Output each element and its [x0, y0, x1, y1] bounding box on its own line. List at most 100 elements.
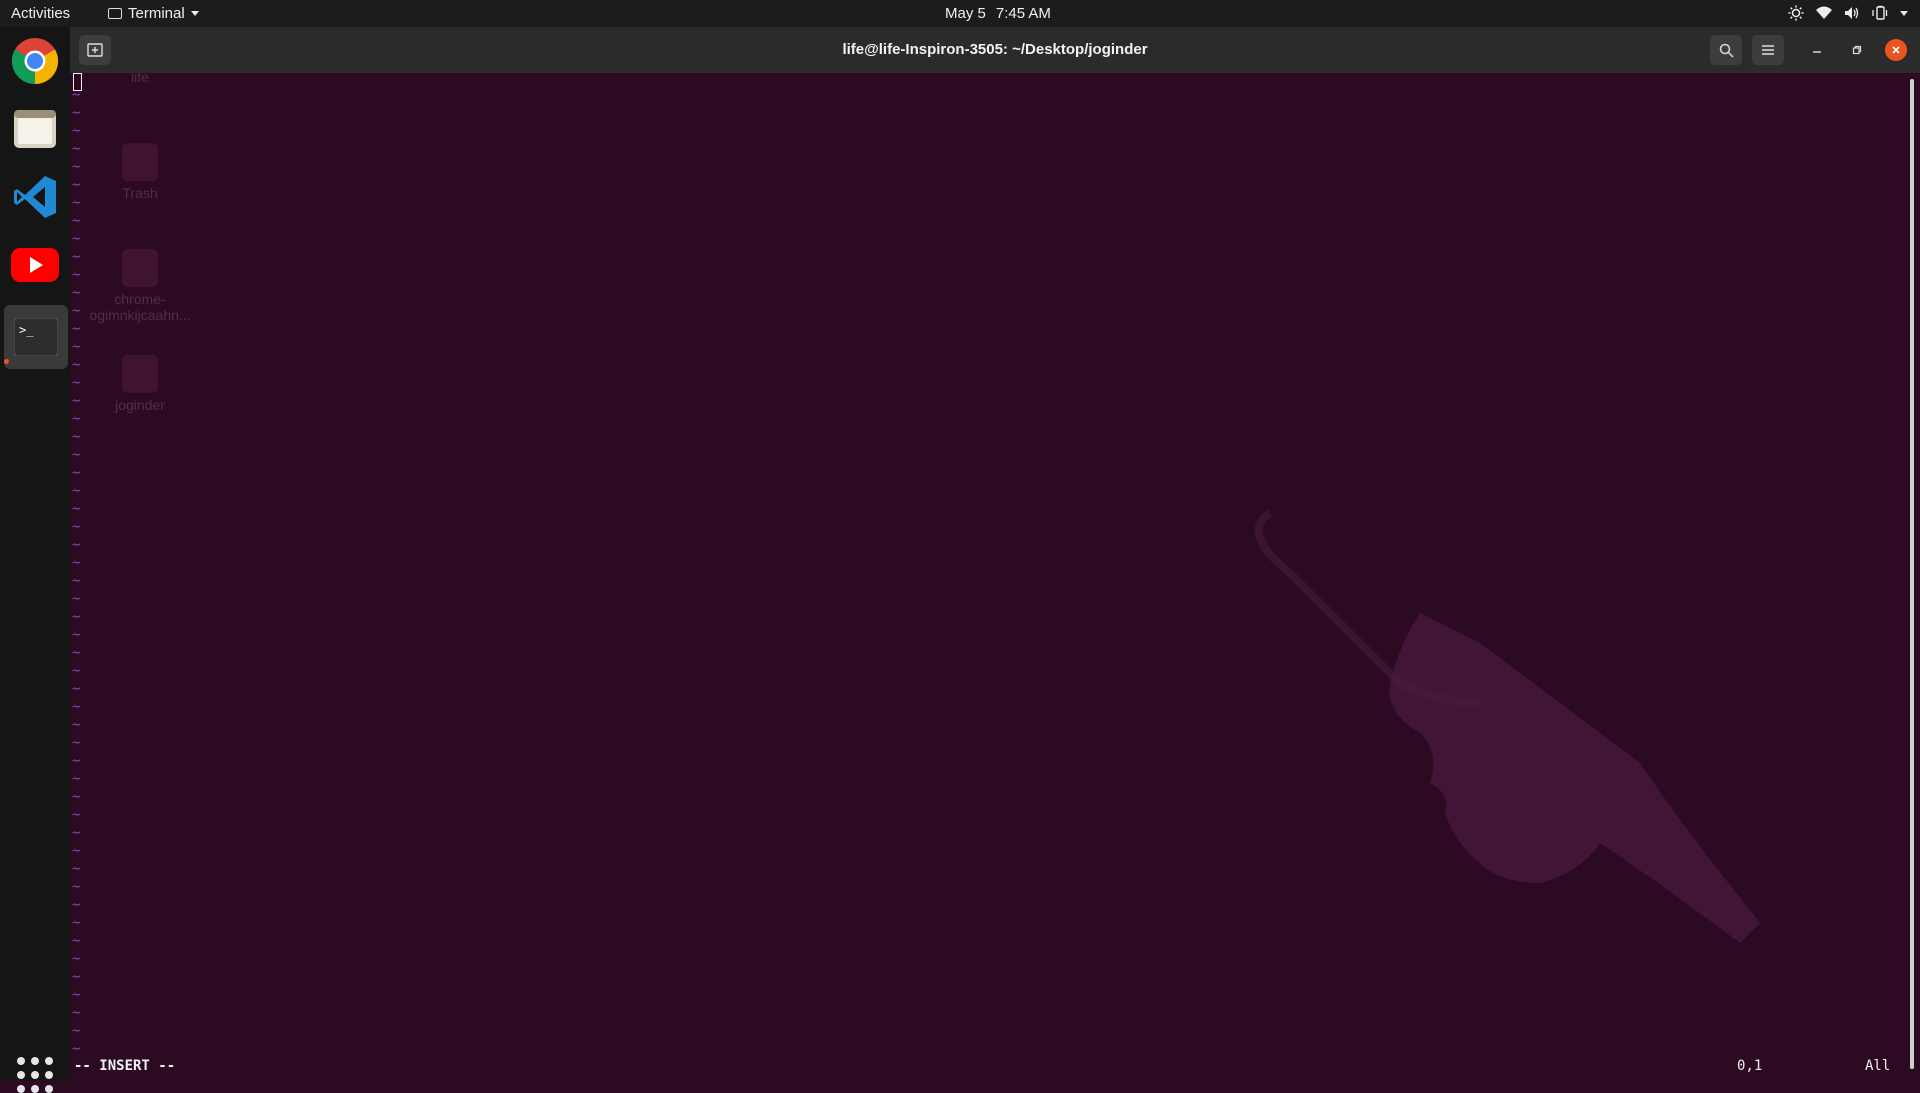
minimize-icon	[1813, 51, 1821, 53]
tilde-line: ~	[72, 663, 81, 679]
app-icon	[122, 249, 158, 287]
terminal-launcher[interactable]: >_	[4, 305, 68, 369]
volume-icon	[1845, 7, 1859, 19]
files-icon	[14, 110, 56, 148]
tilde-line: ~	[72, 915, 81, 931]
tilde-line: ~	[72, 429, 81, 445]
restore-icon	[1852, 45, 1862, 55]
desktop-icon-label: ogimnkijcaahn...	[89, 307, 191, 323]
search-icon	[1719, 43, 1734, 58]
vscode-icon	[14, 176, 56, 218]
scrollbar[interactable]	[1910, 79, 1914, 1069]
terminal-content[interactable]: life Trash chrome- ogimnkijcaahn... jogi…	[70, 73, 1920, 1080]
menu-button[interactable]	[1752, 35, 1784, 65]
close-button[interactable]	[1885, 39, 1907, 61]
dock: >_	[0, 27, 70, 1093]
running-indicator	[4, 359, 9, 364]
tilde-line: ~	[72, 465, 81, 481]
folder-icon	[122, 355, 158, 393]
desktop-icon-joginder: joginder	[80, 355, 200, 413]
tilde-line: ~	[72, 231, 81, 247]
tilde-line: ~	[72, 969, 81, 985]
vscode-launcher[interactable]	[8, 170, 62, 224]
tilde-line: ~	[72, 213, 81, 229]
tilde-line: ~	[72, 717, 81, 733]
app-menu[interactable]: Terminal	[108, 5, 199, 22]
scroll-indicator: All	[1865, 1058, 1891, 1074]
brightness-icon	[1788, 5, 1804, 21]
clock[interactable]: May 5 7:45 AM	[945, 5, 1051, 22]
hamburger-icon	[1762, 45, 1774, 55]
svg-text:>_: >_	[19, 323, 34, 337]
chrome-icon	[11, 38, 59, 85]
tilde-line: ~	[72, 699, 81, 715]
tilde-line: ~	[72, 735, 81, 751]
tilde-line: ~	[72, 825, 81, 841]
tilde-line: ~	[72, 177, 81, 193]
terminal-icon: >_	[14, 318, 58, 356]
tilde-line: ~	[72, 753, 81, 769]
tilde-line: ~	[72, 843, 81, 859]
restore-button[interactable]	[1846, 39, 1868, 61]
tilde-line: ~	[72, 1023, 81, 1039]
tilde-line: ~	[72, 771, 81, 787]
terminal-window: life@life-Inspiron-3505: ~/Desktop/jogin…	[70, 27, 1920, 1080]
tilde-line: ~	[72, 951, 81, 967]
desktop-icon-chrome-app: chrome- ogimnkijcaahn...	[80, 249, 200, 323]
tilde-line: ~	[72, 483, 81, 499]
tilde-line: ~	[72, 591, 81, 607]
close-icon	[1892, 46, 1900, 54]
desktop-icon-label: life	[131, 73, 149, 85]
date-label: May 5	[945, 5, 986, 22]
youtube-icon	[11, 248, 59, 282]
tilde-line: ~	[72, 267, 81, 283]
search-button[interactable]	[1710, 35, 1742, 65]
tilde-line: ~	[72, 447, 81, 463]
chevron-down-icon	[1900, 10, 1908, 16]
desktop-icon-label: chrome-	[114, 291, 166, 307]
youtube-launcher[interactable]	[8, 238, 62, 292]
tilde-line: ~	[72, 681, 81, 697]
tilde-line: ~	[72, 519, 81, 535]
wallpaper-face-image	[1254, 509, 1760, 943]
tilde-line: ~	[72, 195, 81, 211]
tilde-line: ~	[72, 501, 81, 517]
tilde-line: ~	[72, 357, 81, 373]
tilde-line: ~	[72, 249, 81, 265]
tilde-line: ~	[72, 285, 81, 301]
files-launcher[interactable]	[8, 102, 62, 156]
desktop-icon-label: joginder	[115, 397, 165, 413]
terminal-mini-icon	[108, 8, 122, 19]
activities-button[interactable]: Activities	[11, 5, 70, 22]
tilde-line: ~	[72, 393, 81, 409]
tilde-line: ~	[72, 609, 81, 625]
tilde-line: ~	[72, 123, 81, 139]
tilde-line: ~	[72, 807, 81, 823]
tilde-line: ~	[72, 645, 81, 661]
cursor-position: 0,1	[1737, 1058, 1763, 1074]
tilde-line: ~	[72, 987, 81, 1003]
chevron-down-icon	[190, 11, 199, 16]
minimize-button[interactable]	[1806, 39, 1828, 61]
tilde-line: ~	[72, 627, 81, 643]
time-label: 7:45 AM	[995, 5, 1051, 22]
system-tray[interactable]	[1788, 5, 1908, 21]
chrome-launcher[interactable]	[8, 34, 62, 88]
tilde-line: ~	[72, 1041, 81, 1057]
tilde-line: ~	[72, 861, 81, 877]
tilde-line: ~	[72, 555, 81, 571]
tilde-line: ~	[72, 339, 81, 355]
tilde-line: ~	[72, 1005, 81, 1021]
top-bar: Activities Terminal May 5 7:45 AM	[0, 0, 1920, 27]
tilde-line: ~	[72, 573, 81, 589]
tilde-line: ~	[72, 789, 81, 805]
tilde-line: ~	[72, 411, 81, 427]
desktop-icon-label: Trash	[122, 185, 158, 201]
tilde-line: ~	[72, 303, 81, 319]
tilde-line: ~	[72, 375, 81, 391]
tilde-line: ~	[72, 321, 81, 337]
window-title: life@life-Inspiron-3505: ~/Desktop/jogin…	[842, 41, 1148, 58]
show-applications-button[interactable]	[17, 1057, 53, 1093]
battery-icon	[1872, 5, 1888, 20]
trash-icon	[122, 143, 158, 181]
